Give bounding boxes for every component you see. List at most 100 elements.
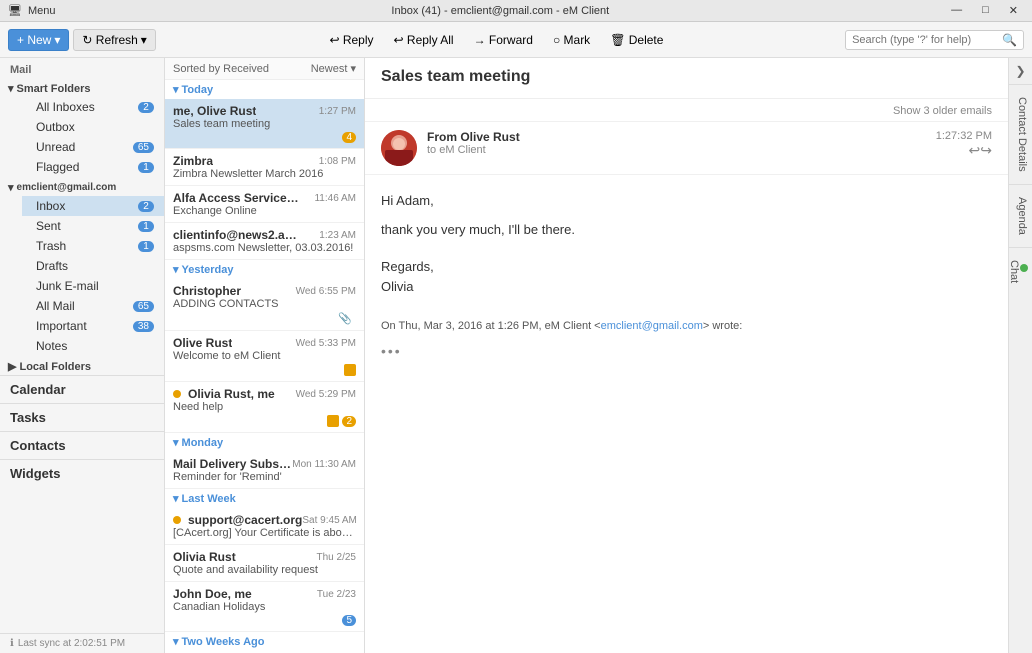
new-dropdown-icon: ▾ xyxy=(54,33,60,47)
unread-indicator xyxy=(344,364,356,376)
search-input[interactable] xyxy=(852,34,1002,46)
sidebar-item-sent[interactable]: Sent 1 xyxy=(22,216,164,236)
quote-intro: On Thu, Mar 3, 2016 at 1:26 PM, eM Clien… xyxy=(381,320,601,332)
all-mail-label: All Mail xyxy=(36,299,133,313)
group-two-weeks: ▾ Two Weeks Ago xyxy=(165,632,364,651)
local-folders-header[interactable]: ▶ Local Folders xyxy=(0,356,164,375)
email-item[interactable]: clientinfo@news2.aspsms.com 1:23 AM asps… xyxy=(165,223,364,260)
agenda-panel[interactable]: Agenda xyxy=(1009,184,1032,247)
sidebar-item-drafts[interactable]: Drafts xyxy=(22,256,164,276)
quote-end: > wrote: xyxy=(703,320,742,332)
email-subject: Exchange Online xyxy=(173,205,356,217)
email-item[interactable]: Mail Delivery Subsystem Mon 11:30 AM Rem… xyxy=(165,452,364,489)
chevron-down-icon: ▾ xyxy=(8,82,14,95)
email-subject: [CAcert.org] Your Certificate is about t… xyxy=(173,527,356,539)
title-bar: 🖥 Menu Inbox (41) - emclient@gmail.com -… xyxy=(0,0,1032,22)
new-button[interactable]: + New ▾ xyxy=(8,29,69,51)
minimize-button[interactable]: — xyxy=(945,4,968,17)
email-subject: Zimbra Newsletter March 2016 xyxy=(173,168,356,180)
reply-button[interactable]: ↩ Reply xyxy=(321,30,381,50)
sidebar-item-all-inboxes[interactable]: All Inboxes 2 xyxy=(22,97,164,117)
refresh-dropdown-icon: ▾ xyxy=(141,33,147,47)
all-inboxes-label: All Inboxes xyxy=(36,100,138,114)
group-two-weeks-label: Two Weeks Ago xyxy=(182,636,265,648)
email-item[interactable]: Olive Rust Wed 5:33 PM Welcome to eM Cli… xyxy=(165,331,364,382)
sidebar-item-trash[interactable]: Trash 1 xyxy=(22,236,164,256)
restore-button[interactable]: □ xyxy=(976,4,995,17)
sidebar-item-junk[interactable]: Junk E-mail xyxy=(22,276,164,296)
refresh-button[interactable]: ↻ Refresh ▾ xyxy=(73,29,155,51)
sidebar-item-inbox[interactable]: Inbox 2 xyxy=(22,196,164,216)
sidebar-item-contacts[interactable]: Contacts xyxy=(0,431,164,459)
group-today: ▾ Today xyxy=(165,80,364,99)
sidebar-item-unread[interactable]: Unread 65 xyxy=(22,137,164,157)
contact-details-panel[interactable]: Contact Details xyxy=(1009,84,1032,184)
search-icon: 🔍 xyxy=(1002,33,1017,47)
unread-label: Unread xyxy=(36,140,133,154)
sidebar-item-widgets[interactable]: Widgets xyxy=(0,459,164,487)
email-item[interactable]: Olivia Rust, me Wed 5:29 PM Need help 2 xyxy=(165,382,364,433)
reply-icons: ↩↪ xyxy=(936,142,992,159)
search-box[interactable]: 🔍 xyxy=(845,30,1024,50)
menu-label[interactable]: Menu xyxy=(28,5,56,17)
email-timestamp-area: 1:27:32 PM ↩↪ xyxy=(936,130,992,159)
smart-folders-label: Smart Folders xyxy=(17,83,91,95)
sidebar-item-all-mail[interactable]: All Mail 65 xyxy=(22,296,164,316)
email-subject: Sales team meeting xyxy=(173,118,356,130)
sidebar-item-outbox[interactable]: Outbox xyxy=(22,117,164,137)
delete-button[interactable]: 🗑 Delete xyxy=(602,30,671,50)
email-item[interactable]: John Doe, me Tue 2/23 Canadian Holidays … xyxy=(165,582,364,632)
chat-panel[interactable]: Chat xyxy=(1009,247,1032,295)
chat-label: Chat xyxy=(1008,260,1020,283)
email-item[interactable]: Zimbra 1:08 PM Zimbra Newsletter March 2… xyxy=(165,149,364,186)
email-sender: Olive Rust xyxy=(173,336,232,350)
email-item[interactable]: Alfa Access Services Ltd 11:46 AM Exchan… xyxy=(165,186,364,223)
email-sender: Zimbra xyxy=(173,154,213,168)
show-older-button[interactable]: Show 3 older emails xyxy=(893,105,992,117)
mark-button[interactable]: ○ Mark xyxy=(545,30,598,50)
forward-button[interactable]: → Forward xyxy=(466,30,541,50)
email-item[interactable]: Olivia Rust Thu 2/25 Quote and availabil… xyxy=(165,545,364,582)
sidebar-item-notes[interactable]: Notes xyxy=(22,336,164,356)
drafts-label: Drafts xyxy=(36,259,154,273)
account-header[interactable]: ▾ emclient@gmail.com xyxy=(0,177,164,196)
sidebar: Mail ▾ Smart Folders All Inboxes 2 Outbo… xyxy=(0,58,165,653)
email-sender: me, Olive Rust xyxy=(173,104,256,118)
close-button[interactable]: ✕ xyxy=(1003,4,1024,17)
all-mail-badge: 65 xyxy=(133,301,154,312)
sync-icon: ℹ xyxy=(10,638,14,649)
sync-status-label: Last sync at 2:02:51 PM xyxy=(18,638,125,649)
chat-online-dot xyxy=(1020,264,1028,272)
email-subject: Canadian Holidays xyxy=(173,601,356,613)
panel-toggle-button[interactable]: ❯ xyxy=(1009,58,1031,84)
email-subject: Need help xyxy=(173,401,356,413)
sidebar-item-important[interactable]: Important 38 xyxy=(22,316,164,336)
email-item[interactable]: me, Olive Rust 1:27 PM Sales team meetin… xyxy=(165,99,364,149)
quote-email-link[interactable]: emclient@gmail.com xyxy=(601,320,703,332)
avatar xyxy=(381,130,417,166)
sort-order[interactable]: Newest ▾ xyxy=(311,62,356,75)
reply-all-button[interactable]: ↩ Reply All xyxy=(386,30,462,50)
email-meta: From Olive Rust to eM Client 1:27:32 PM … xyxy=(365,122,1008,175)
smart-folders-header[interactable]: ▾ Smart Folders xyxy=(0,78,164,97)
chevron-down-icon: ▾ xyxy=(8,181,14,194)
window-controls: — □ ✕ xyxy=(945,4,1024,17)
email-sender: Christopher xyxy=(173,284,241,298)
email-item[interactable]: support@cacert.org Sat 9:45 AM [CAcert.o… xyxy=(165,508,364,545)
email-item[interactable]: Christopher Wed 6:55 PM ADDING CONTACTS … xyxy=(165,279,364,331)
email-sender: support@cacert.org xyxy=(188,513,302,527)
quote-dots: ••• xyxy=(381,340,992,362)
email-time: Tue 2/23 xyxy=(317,589,356,600)
email-time: 1:08 PM xyxy=(319,156,356,167)
email-time: Mon 11:30 AM xyxy=(292,459,356,470)
chevron-down-icon: ▾ xyxy=(173,263,179,276)
email-quote: On Thu, Mar 3, 2016 at 1:26 PM, eM Clien… xyxy=(381,318,992,336)
email-time: 1:27 PM xyxy=(319,106,356,117)
account-label: emclient@gmail.com xyxy=(17,182,117,193)
sidebar-item-calendar[interactable]: Calendar xyxy=(0,375,164,403)
new-label: + New xyxy=(17,33,51,47)
sidebar-item-tasks[interactable]: Tasks xyxy=(0,403,164,431)
sidebar-item-flagged[interactable]: Flagged 1 xyxy=(22,157,164,177)
refresh-label: ↻ Refresh xyxy=(82,33,137,47)
inbox-badge: 2 xyxy=(138,201,154,212)
